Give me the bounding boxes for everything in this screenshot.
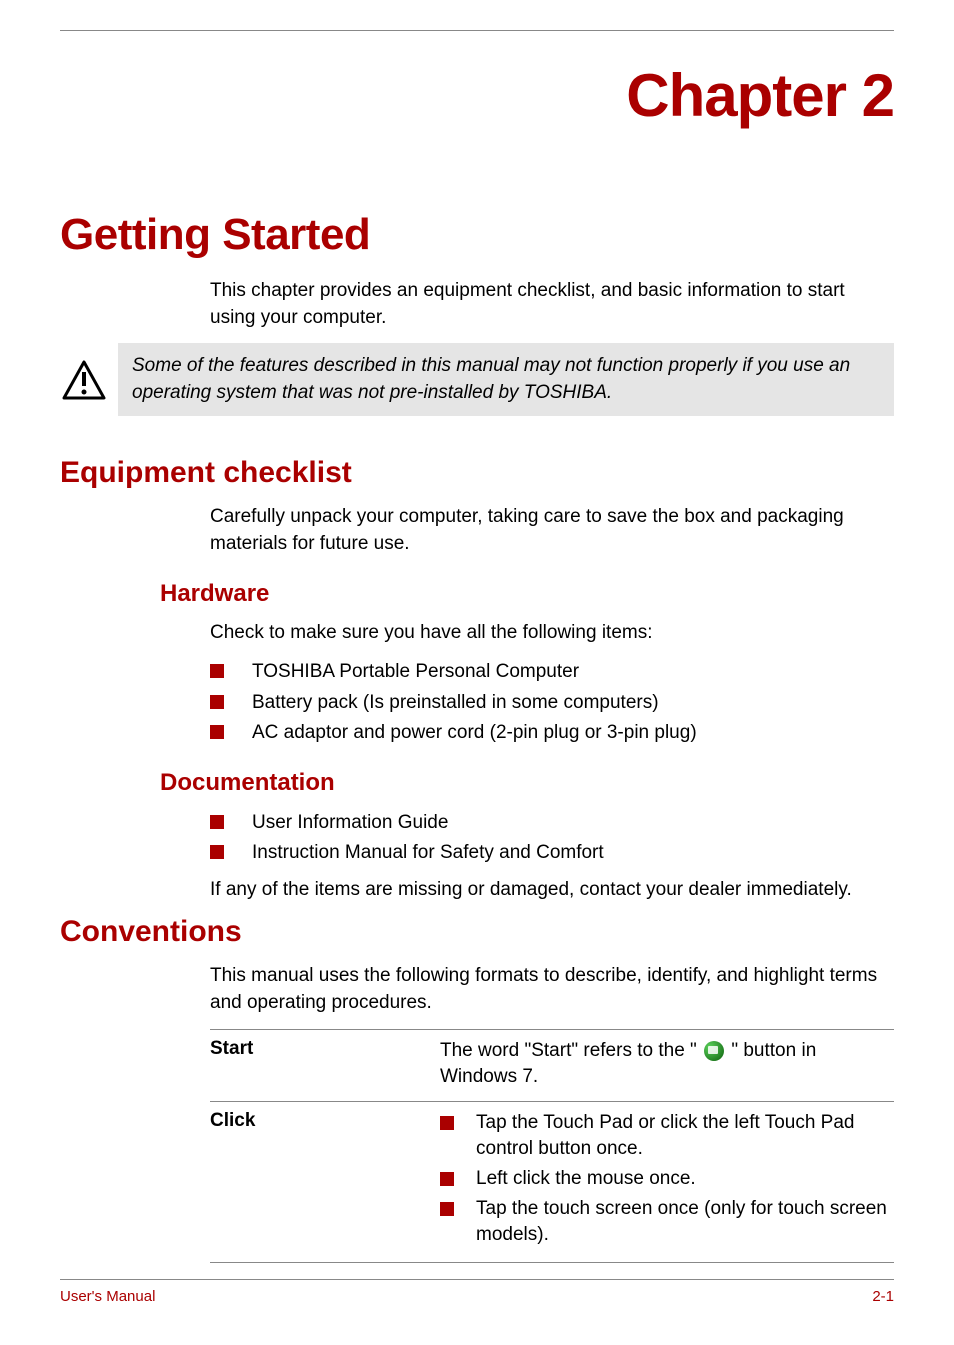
bullet-icon (210, 695, 224, 709)
list-item-text: Battery pack (Is preinstalled in some co… (252, 689, 659, 717)
footer-left: User's Manual (60, 1288, 155, 1305)
list-item-text: Left click the mouse once. (476, 1166, 894, 1193)
warning-text: Some of the features described in this m… (118, 343, 894, 416)
list-item: Battery pack (Is preinstalled in some co… (210, 689, 894, 717)
documentation-heading: Documentation (160, 769, 894, 797)
list-item: Left click the mouse once. (440, 1166, 894, 1193)
chapter-title: Chapter 2 (60, 61, 894, 130)
list-item: Tap the Touch Pad or click the left Touc… (440, 1110, 894, 1163)
list-item-text: Instruction Manual for Safety and Comfor… (252, 839, 604, 867)
conventions-intro: This manual uses the following formats t… (210, 963, 894, 1016)
convention-definition: The word "Start" refers to the " " butto… (440, 1038, 894, 1091)
warning-icon (62, 360, 106, 400)
warning-callout: Some of the features described in this m… (60, 343, 894, 416)
bullet-icon (210, 845, 224, 859)
list-item: User Information Guide (210, 809, 894, 837)
documentation-note: If any of the items are missing or damag… (210, 877, 894, 904)
list-item-text: User Information Guide (252, 809, 448, 837)
definition-prefix: The word "Start" refers to the " (440, 1040, 702, 1061)
hardware-list: TOSHIBA Portable Personal Computer Batte… (210, 658, 894, 747)
table-row: Click Tap the Touch Pad or click the lef… (210, 1102, 894, 1263)
equipment-intro: Carefully unpack your computer, taking c… (210, 504, 894, 557)
documentation-list: User Information Guide Instruction Manua… (210, 809, 894, 867)
footer-page-number: 2-1 (872, 1288, 894, 1305)
list-item: Tap the touch screen once (only for touc… (440, 1196, 894, 1249)
list-item-text: Tap the Touch Pad or click the left Touc… (476, 1110, 894, 1163)
intro-paragraph: This chapter provides an equipment check… (210, 278, 894, 331)
convention-definition: Tap the Touch Pad or click the left Touc… (440, 1110, 894, 1252)
list-item: TOSHIBA Portable Personal Computer (210, 658, 894, 686)
bullet-icon (440, 1172, 454, 1186)
list-item-text: AC adaptor and power cord (2-pin plug or… (252, 719, 697, 747)
list-item: AC adaptor and power cord (2-pin plug or… (210, 719, 894, 747)
convention-term: Click (210, 1110, 440, 1252)
top-rule (60, 30, 894, 31)
conventions-heading: Conventions (60, 915, 894, 949)
bullet-icon (210, 725, 224, 739)
bullet-icon (440, 1202, 454, 1216)
list-item-text: Tap the touch screen once (only for touc… (476, 1196, 894, 1249)
conventions-table: Start The word "Start" refers to the " "… (210, 1029, 894, 1263)
list-item-text: TOSHIBA Portable Personal Computer (252, 658, 579, 686)
bullet-icon (440, 1116, 454, 1130)
convention-term: Start (210, 1038, 440, 1091)
windows-start-orb-icon (704, 1041, 724, 1061)
bullet-icon (210, 815, 224, 829)
bullet-icon (210, 664, 224, 678)
hardware-intro: Check to make sure you have all the foll… (210, 620, 894, 647)
main-heading: Getting Started (60, 210, 894, 260)
table-row: Start The word "Start" refers to the " "… (210, 1029, 894, 1102)
list-item: Instruction Manual for Safety and Comfor… (210, 839, 894, 867)
hardware-heading: Hardware (160, 580, 894, 608)
equipment-checklist-heading: Equipment checklist (60, 456, 894, 490)
page-footer: User's Manual 2-1 (60, 1279, 894, 1305)
